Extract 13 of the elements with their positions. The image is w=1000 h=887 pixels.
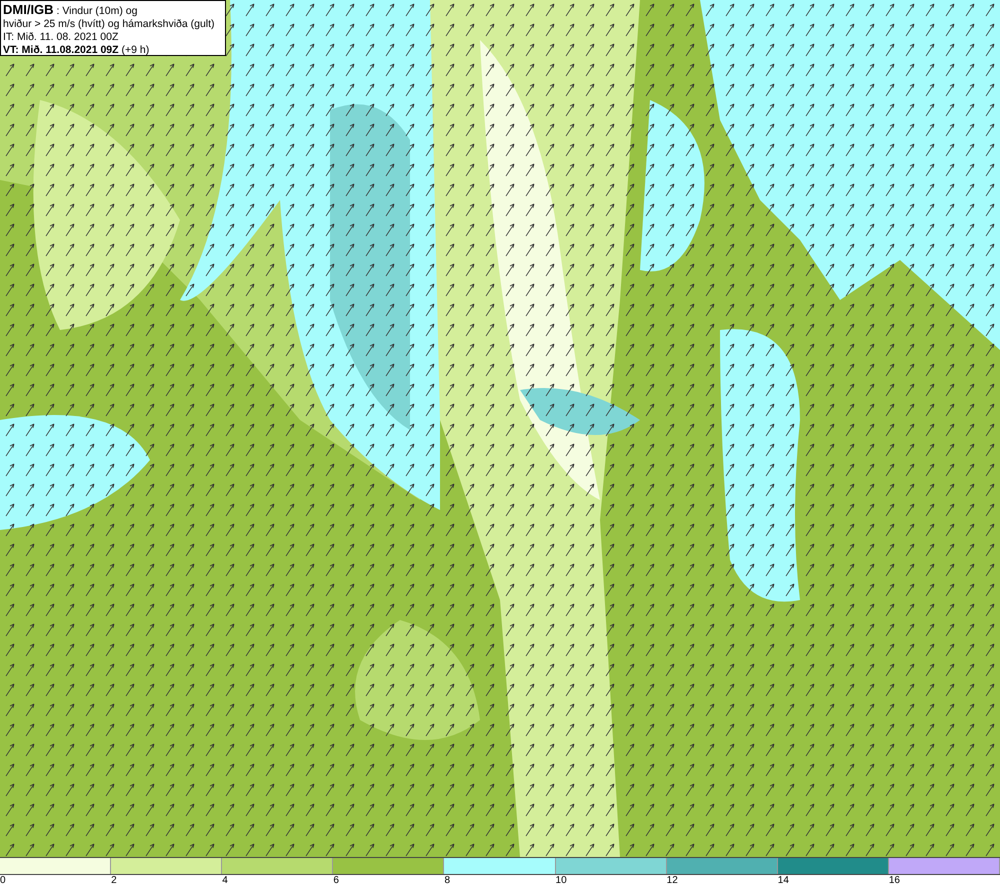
- legend-tick-label: 12: [666, 875, 678, 887]
- legend-tick-label: 0: [0, 875, 6, 887]
- legend-tick-label: 16: [888, 875, 900, 887]
- legend-tick-label: 8: [444, 875, 450, 887]
- title-line: hviður > 25 m/s (hvítt) og hámarkshviða (gult): [3, 18, 216, 31]
- legend-tick-label: 6: [333, 875, 339, 887]
- title-line: DMI/IGB : Vindur (10m) og: [3, 3, 138, 18]
- legend-tick-label: 10: [556, 875, 567, 887]
- title-line: VT: Mið. 11.08.2021 09Z (+9 h): [3, 44, 150, 57]
- legend-tick-label: 4: [222, 875, 228, 887]
- title-line: IT: Mið. 11. 08. 2021 00Z: [3, 31, 120, 44]
- legend-tick-label: 2: [111, 875, 117, 887]
- legend-tick-label: 14: [778, 875, 789, 887]
